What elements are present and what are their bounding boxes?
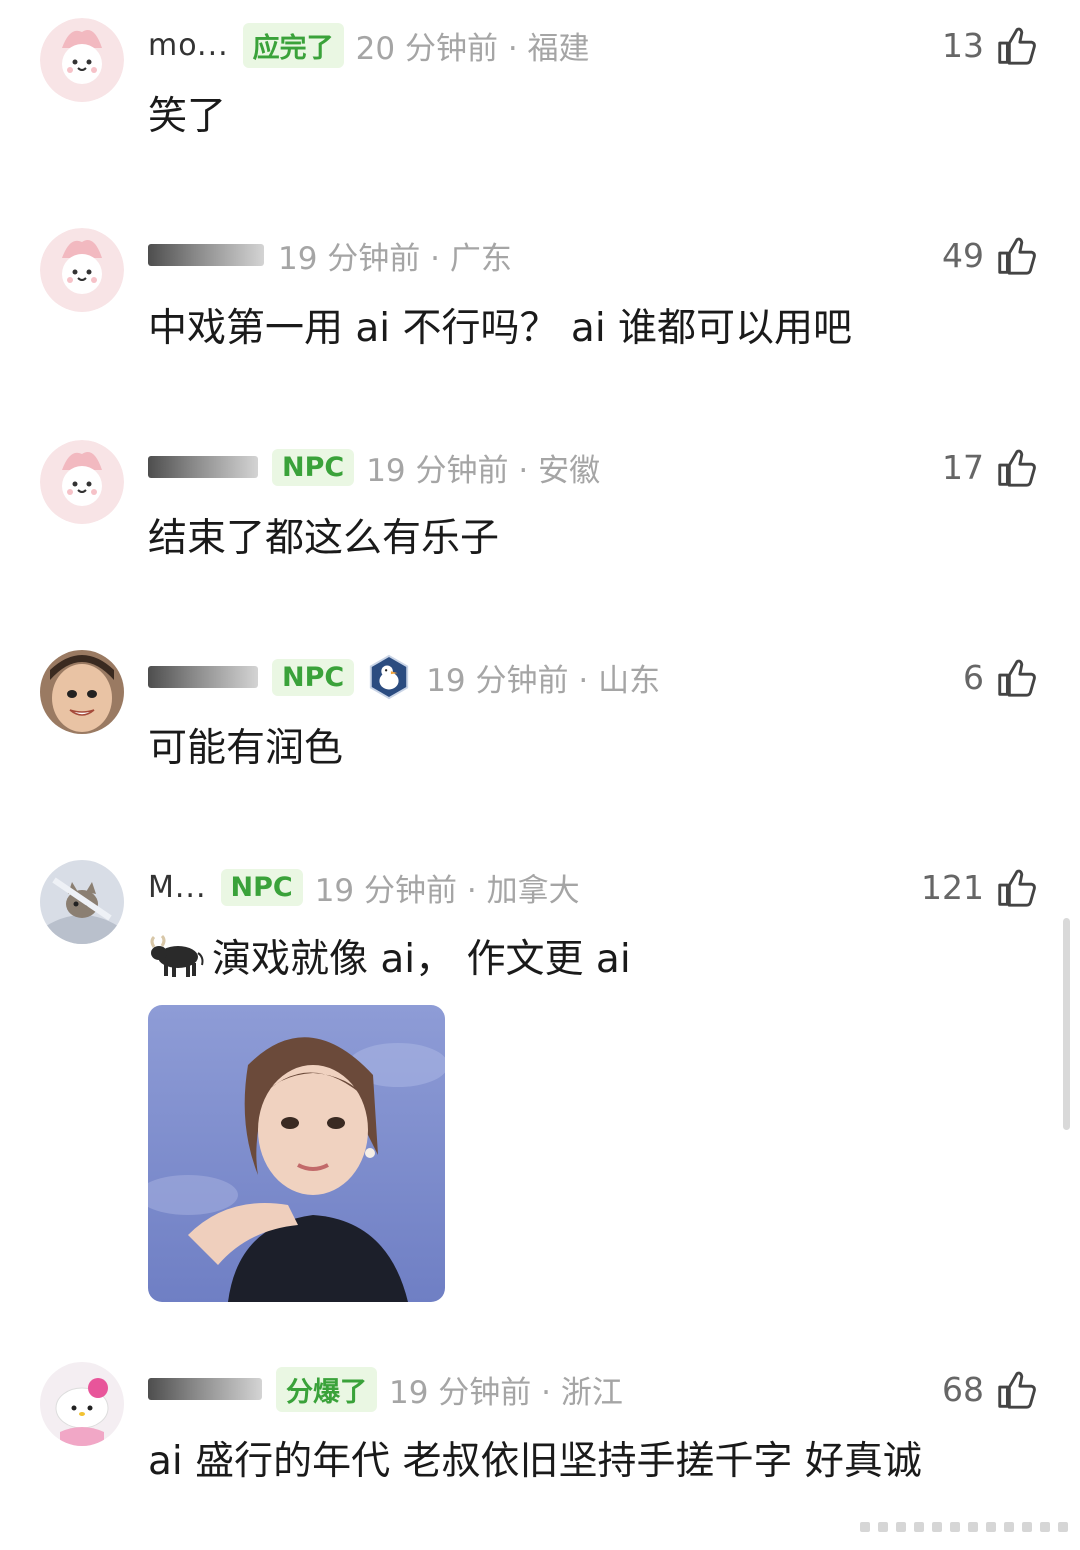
user-badge: 应完了 xyxy=(242,22,344,68)
comment-text: 结束了都这么有乐子 xyxy=(148,516,500,561)
like-button[interactable]: 68 xyxy=(942,1364,1040,1414)
like-count: 13 xyxy=(942,25,984,65)
comment-meta: NPC 19 分钟前 · 山东 xyxy=(148,652,660,702)
like-count: 68 xyxy=(942,1369,984,1409)
scrollbar[interactable] xyxy=(1063,918,1070,1130)
username[interactable]: mo... xyxy=(148,28,229,63)
like-button[interactable]: 121 xyxy=(921,862,1040,912)
like-button[interactable]: 49 xyxy=(942,230,1040,280)
user-badge: NPC xyxy=(272,448,355,486)
like-count: 6 xyxy=(963,657,984,697)
comment-meta: 19 分钟前 · 广东 xyxy=(148,230,512,280)
like-button[interactable]: 17 xyxy=(942,442,1040,492)
watermark-dots xyxy=(860,1522,1068,1532)
thumbs-up-icon xyxy=(998,869,1036,907)
username-redacted[interactable] xyxy=(148,456,258,478)
comment-text: ai 盛行的年代 老叔依旧坚持手搓千字 好真诚 xyxy=(148,1439,922,1484)
like-count: 49 xyxy=(942,235,984,275)
comment-time-location: 19 分钟前 · 浙江 xyxy=(389,1374,623,1411)
like-count: 121 xyxy=(921,867,984,907)
goose-medal-icon xyxy=(370,654,409,700)
comment-time-location: 19 分钟前 · 加拿大 xyxy=(314,872,580,909)
thumbs-up-icon xyxy=(998,659,1036,697)
thumbs-up-icon xyxy=(998,27,1036,65)
avatar[interactable] xyxy=(40,18,124,102)
username-redacted[interactable] xyxy=(148,666,258,688)
user-badge: NPC xyxy=(220,868,303,906)
comment-meta: 分爆了 19 分钟前 · 浙江 xyxy=(148,1364,623,1414)
comment-time-location: 19 分钟前 · 山东 xyxy=(426,662,661,699)
avatar[interactable] xyxy=(40,650,124,734)
like-button[interactable]: 13 xyxy=(942,20,1040,70)
comment-time-location: 19 分钟前 · 安徽 xyxy=(366,452,601,489)
comment-meta: NPC 19 分钟前 · 安徽 xyxy=(148,442,600,492)
user-badge: NPC xyxy=(272,658,355,696)
like-button[interactable]: 6 xyxy=(963,652,1040,702)
comment-time-location: 20 分钟前 · 福建 xyxy=(355,30,590,67)
avatar[interactable] xyxy=(40,440,124,524)
comment-time-location: 19 分钟前 · 广东 xyxy=(278,240,512,277)
ox-emoji-icon xyxy=(150,934,204,977)
comment-meta: M... NPC 19 分钟前 · 加拿大 xyxy=(148,862,580,912)
user-badge: 分爆了 xyxy=(276,1366,377,1412)
comment-text: 可能有润色 xyxy=(148,726,344,771)
comment-text: 中戏第一用 ai 不行吗？ ai 谁都可以用吧 xyxy=(148,306,853,351)
thumbs-up-icon xyxy=(998,449,1036,487)
avatar[interactable] xyxy=(40,860,124,944)
like-count: 17 xyxy=(942,447,984,487)
thumbs-up-icon xyxy=(998,1371,1036,1409)
avatar[interactable] xyxy=(40,228,124,312)
comment-text-content: 演戏就像 ai， 作文更 ai xyxy=(212,937,631,982)
username-redacted[interactable] xyxy=(148,244,264,266)
comment-meta: mo... 应完了 20 分钟前 · 福建 xyxy=(148,20,590,70)
username[interactable]: M... xyxy=(148,870,207,905)
username-redacted[interactable] xyxy=(148,1378,262,1400)
thumbs-up-icon xyxy=(998,237,1036,275)
comment-text: 演戏就像 ai， 作文更 ai xyxy=(148,928,631,984)
avatar[interactable] xyxy=(40,1362,124,1446)
comment-text: 笑了 xyxy=(148,94,227,139)
comment-image[interactable] xyxy=(148,1005,445,1302)
